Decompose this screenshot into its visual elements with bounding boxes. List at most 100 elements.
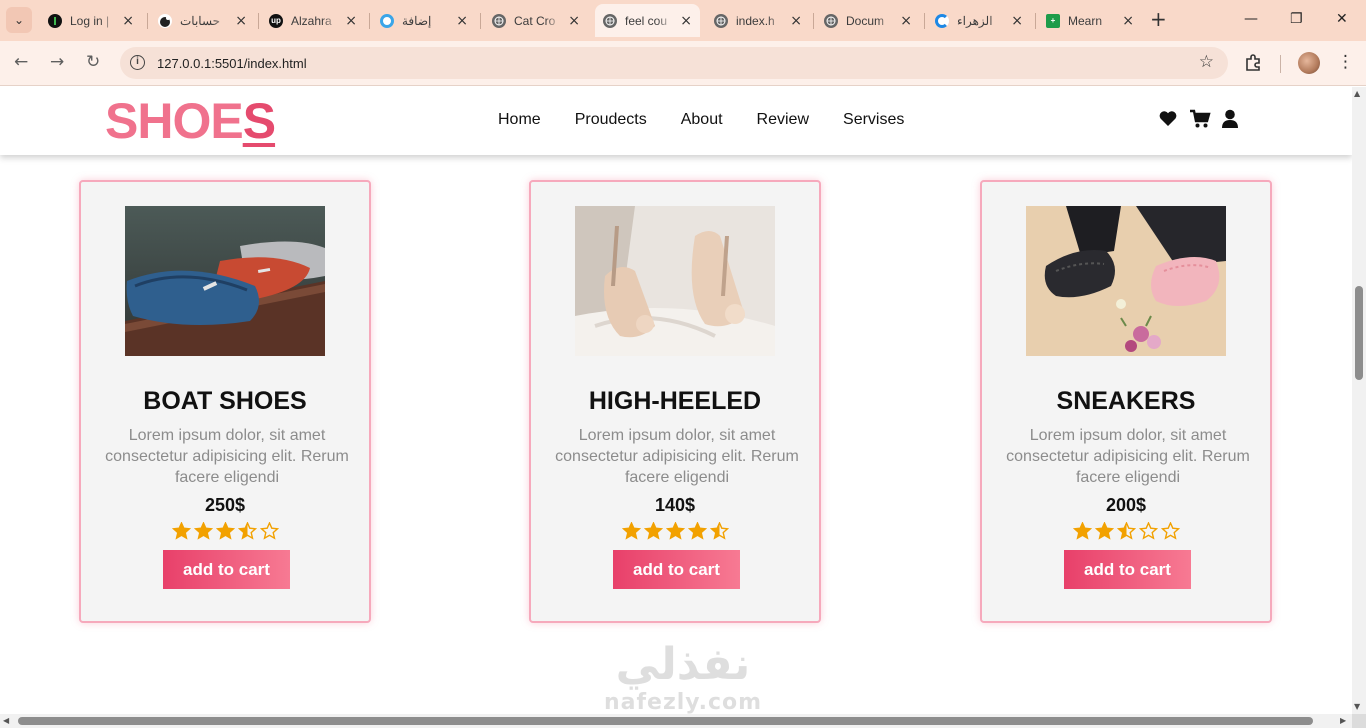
tab-search-button[interactable]: ⌄: [6, 7, 32, 33]
product-price: 140$: [654, 495, 696, 515]
close-window-button[interactable]: ✕: [1336, 11, 1348, 27]
close-icon[interactable]: ×: [680, 13, 692, 29]
site-info-icon[interactable]: i: [130, 55, 145, 70]
star-rating: [982, 521, 1270, 545]
star-rating: [81, 521, 369, 545]
profile-avatar[interactable]: [1298, 52, 1320, 74]
browser-tab[interactable]: Log in | ×: [40, 4, 142, 37]
globe-icon: [603, 13, 617, 28]
restore-button[interactable]: ❐: [1290, 11, 1303, 27]
star-full-icon: [193, 521, 213, 545]
star-rating: [531, 521, 819, 545]
close-icon[interactable]: ×: [456, 13, 468, 29]
browser-tab[interactable]: up Alzahra ×: [261, 4, 365, 37]
nav-services[interactable]: Servises: [843, 111, 904, 129]
globe-icon: [824, 13, 838, 28]
new-tab-button[interactable]: +: [1150, 9, 1167, 29]
browser-tab[interactable]: إضافة ×: [372, 4, 476, 37]
close-icon[interactable]: ×: [790, 13, 802, 29]
cart-icon[interactable]: [1189, 109, 1211, 131]
watermark-latin: nafezly.com: [603, 690, 763, 715]
scroll-down-arrow[interactable]: ▼: [1354, 702, 1360, 711]
blue-swirl-icon: [935, 13, 949, 28]
star-full-icon: [215, 521, 235, 545]
close-icon[interactable]: ×: [235, 13, 247, 29]
add-to-cart-button[interactable]: add to cart: [163, 550, 290, 589]
github-icon: [48, 13, 62, 28]
scroll-right-arrow[interactable]: ▶: [1340, 716, 1346, 725]
forward-arrow-icon[interactable]: →: [50, 52, 64, 72]
star-empty-icon: [1138, 521, 1158, 545]
product-description: Lorem ipsum dolor, sit amet consectetur …: [105, 427, 349, 486]
heart-icon[interactable]: [1158, 109, 1178, 131]
nav-products[interactable]: Proudects: [575, 111, 647, 129]
close-icon[interactable]: ×: [900, 13, 912, 29]
page-viewport: SHOES Home Proudects About Review Servis…: [0, 87, 1352, 714]
user-icon[interactable]: [1221, 109, 1241, 131]
nav-review[interactable]: Review: [757, 111, 809, 129]
nafezly-watermark: نفذلي nafezly.com: [598, 639, 768, 714]
close-icon[interactable]: ×: [568, 13, 580, 29]
star-full-icon: [171, 521, 191, 545]
tab-title: index.h: [736, 13, 775, 28]
browser-tab[interactable]: index.h ×: [706, 4, 810, 37]
star-full-icon: [643, 521, 663, 545]
add-to-cart-button[interactable]: add to cart: [1064, 550, 1191, 589]
browser-toolbar: ← → ↻ i 127.0.0.1:5501/index.html ☆: [0, 41, 1366, 86]
star-full-icon: [621, 521, 641, 545]
tab-title: feel cou: [625, 13, 668, 28]
url-text[interactable]: 127.0.0.1:5501/index.html: [157, 56, 307, 71]
address-bar[interactable]: i 127.0.0.1:5501/index.html ☆: [120, 47, 1228, 79]
product-price: 200$: [1105, 495, 1147, 515]
globe-icon: [714, 13, 728, 28]
horizontal-scroll-thumb[interactable]: [18, 717, 1313, 725]
product-price: 250$: [204, 495, 246, 515]
star-full-icon: [687, 521, 707, 545]
star-full-icon: [665, 521, 685, 545]
product-card: SNEAKERS Lorem ipsum dolor, sit amet con…: [980, 180, 1272, 623]
horizontal-scrollbar[interactable]: ◀ ▶: [0, 714, 1352, 728]
product-description: Lorem ipsum dolor, sit amet consectetur …: [555, 427, 799, 486]
browser-tab-active[interactable]: feel cou ×: [595, 4, 700, 37]
close-icon[interactable]: ×: [122, 13, 134, 29]
scroll-up-arrow[interactable]: ▲: [1354, 89, 1360, 98]
close-icon[interactable]: ×: [345, 13, 357, 29]
browser-menu-icon[interactable]: ⋮: [1337, 52, 1354, 72]
close-icon[interactable]: ×: [1122, 13, 1134, 29]
browser-tab-strip: ⌄ Log in | × حسابات × up Alzahra × إضافة…: [0, 0, 1366, 41]
tab-title: Alzahra: [291, 13, 332, 28]
reload-icon[interactable]: ↻: [86, 52, 100, 72]
tab-title: Mearn: [1068, 13, 1103, 28]
product-image-boat-shoes: [125, 206, 325, 356]
product-image-high-heeled: [575, 206, 775, 356]
main-nav: Home Proudects About Review Servises: [498, 111, 938, 129]
scroll-left-arrow[interactable]: ◀: [3, 716, 9, 725]
close-icon[interactable]: ×: [1011, 13, 1023, 29]
star-full-icon: [1094, 521, 1114, 545]
star-empty-icon: [1160, 521, 1180, 545]
add-to-cart-button[interactable]: add to cart: [613, 550, 740, 589]
vertical-scrollbar[interactable]: ▲ ▼: [1352, 87, 1366, 714]
browser-tab[interactable]: الزهراء ×: [927, 4, 1031, 37]
browser-tab[interactable]: + Mearn ×: [1038, 4, 1142, 37]
product-card: BOAT SHOES Lorem ipsum dolor, sit amet c…: [79, 180, 371, 623]
extensions-icon[interactable]: [1244, 53, 1262, 75]
product-description: Lorem ipsum dolor, sit amet consectetur …: [1006, 427, 1250, 486]
back-arrow-icon[interactable]: ←: [14, 52, 28, 72]
browser-tab[interactable]: Cat Cro ×: [484, 4, 588, 37]
product-card: HIGH-HEELED Lorem ipsum dolor, sit amet …: [529, 180, 821, 623]
nav-about[interactable]: About: [681, 111, 723, 129]
watermark-arabic: نفذلي: [615, 639, 751, 690]
tab-title: Cat Cro: [514, 13, 556, 28]
globe-icon: [492, 13, 506, 28]
tab-title: Log in |: [70, 13, 110, 28]
minimize-button[interactable]: —: [1244, 11, 1258, 27]
bookmark-star-icon[interactable]: ☆: [1199, 52, 1214, 72]
vertical-scroll-thumb[interactable]: [1355, 286, 1363, 380]
logo-text: SHOE: [105, 93, 244, 149]
browser-tab[interactable]: Docum ×: [816, 4, 920, 37]
site-logo[interactable]: SHOES: [105, 93, 276, 149]
star-half-icon: [237, 521, 257, 545]
nav-home[interactable]: Home: [498, 111, 541, 129]
browser-tab[interactable]: حسابات ×: [150, 4, 255, 37]
